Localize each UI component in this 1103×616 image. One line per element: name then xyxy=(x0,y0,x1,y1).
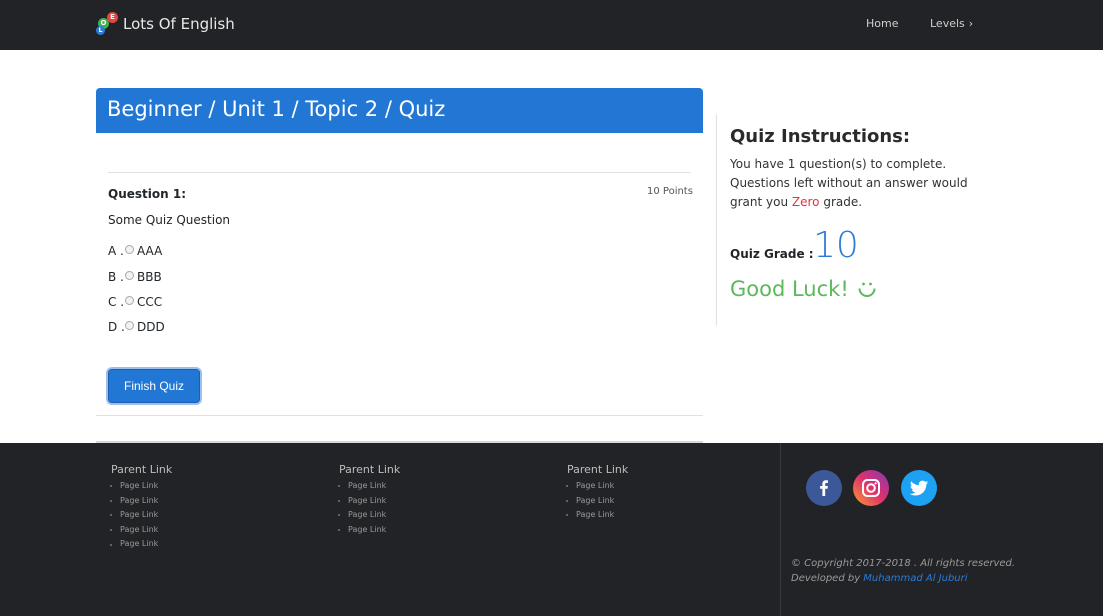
brand[interactable]: O E L Lots Of English xyxy=(96,12,235,36)
question-points: 10 Points xyxy=(647,186,693,197)
footer-page-link[interactable]: Page Link xyxy=(338,508,400,523)
option-letter: D . xyxy=(108,320,125,334)
footer-parent-link[interactable]: Parent Link xyxy=(111,463,172,476)
answer-option-a[interactable]: A . AAA xyxy=(108,244,162,258)
option-text: DDD xyxy=(137,320,165,334)
footer-link-label: Page Link xyxy=(120,510,159,520)
option-letter: A . xyxy=(108,244,124,258)
footer-column: Parent Link Page Link Page Link Page Lin… xyxy=(338,463,400,538)
option-text: BBB xyxy=(137,270,162,284)
chevron-right-icon: › xyxy=(968,17,974,30)
option-text: AAA xyxy=(137,244,163,258)
good-luck-text: Good Luck! xyxy=(730,277,849,301)
footer-column: Parent Link Page Link Page Link Page Lin… xyxy=(566,463,628,523)
answer-option-b[interactable]: B . BBB xyxy=(108,270,162,284)
option-radio[interactable] xyxy=(125,244,134,254)
top-navbar: O E L Lots Of English Home Levels › xyxy=(0,0,1103,50)
good-luck-message: Good Luck! xyxy=(730,277,877,301)
quiz-header: Beginner / Unit 1 / Topic 2 / Quiz xyxy=(96,88,703,133)
page-title: Beginner / Unit 1 / Topic 2 / Quiz xyxy=(107,97,446,121)
footer-link-label: Page Link xyxy=(120,481,159,490)
footer-link-label: Page Link xyxy=(348,510,387,520)
answer-option-d[interactable]: D . DDD xyxy=(108,320,165,334)
instructions-text: You have 1 question(s) to complete. Ques… xyxy=(730,155,970,212)
grade-value: 10 xyxy=(813,225,859,266)
divider xyxy=(108,172,691,173)
footer-page-link[interactable]: Page Link xyxy=(110,508,172,523)
option-letter: C . xyxy=(108,295,125,309)
nav-home-link[interactable]: Home xyxy=(866,17,898,30)
facebook-icon[interactable] xyxy=(806,470,842,506)
footer-link-label: Page Link xyxy=(120,539,159,549)
zero-word: Zero xyxy=(791,195,820,209)
nav-levels-label: Levels xyxy=(930,17,965,30)
footer-page-link[interactable]: Page Link xyxy=(110,494,172,509)
footer-parent-link[interactable]: Parent Link xyxy=(567,463,628,476)
footer-link-label: Page Link xyxy=(120,524,159,534)
footer-page-link[interactable]: Page Link xyxy=(566,508,628,523)
developer-credit: Developed by Muhammad Al Juburi xyxy=(791,571,1015,586)
footer-link-label: Page Link xyxy=(576,510,615,520)
copyright-text: © Copyright 2017-2018 . All rights reser… xyxy=(791,558,1016,569)
logo-letter-l: L xyxy=(96,26,105,35)
option-radio[interactable] xyxy=(125,270,134,280)
logo-letter-e: E xyxy=(107,12,118,23)
brand-name: Lots Of English xyxy=(123,15,235,33)
footer-link-label: Page Link xyxy=(576,481,615,490)
answer-option-c[interactable]: C . CCC xyxy=(108,295,162,309)
footer-link-label: Page Link xyxy=(348,524,387,534)
footer-link-label: Page Link xyxy=(348,481,387,490)
footer-column: Parent Link Page Link Page Link Page Lin… xyxy=(110,463,172,552)
footer-page-link[interactable]: Page Link xyxy=(110,537,172,552)
brand-logo-icon: O E L xyxy=(96,12,120,36)
nav-levels-link[interactable]: Levels › xyxy=(930,17,973,30)
question-label: Question 1: xyxy=(108,187,186,201)
footer-parent-link[interactable]: Parent Link xyxy=(339,463,400,476)
footer-link-label: Page Link xyxy=(576,495,615,505)
footer-page-link[interactable]: Page Link xyxy=(338,523,400,538)
instructions-part-2: grade. xyxy=(819,195,863,209)
footer-link-label: Page Link xyxy=(348,495,387,505)
twitter-icon[interactable] xyxy=(901,470,937,506)
footer-page-link[interactable]: Page Link xyxy=(338,479,400,494)
copyright: © Copyright 2017-2018 . All rights reser… xyxy=(791,556,1015,586)
instructions-title: Quiz Instructions: xyxy=(730,126,911,147)
footer-page-link[interactable]: Page Link xyxy=(566,494,628,509)
footer-page-link[interactable]: Page Link xyxy=(110,523,172,538)
divider xyxy=(96,415,703,416)
option-radio[interactable] xyxy=(125,320,134,330)
option-radio[interactable] xyxy=(125,295,134,305)
footer-divider xyxy=(780,443,781,616)
developer-link[interactable]: Muhammad Al Juburi xyxy=(863,573,967,584)
footer-link-label: Page Link xyxy=(120,495,159,505)
finish-quiz-button[interactable]: Finish Quiz xyxy=(108,369,200,403)
option-letter: B . xyxy=(108,270,124,284)
footer: Parent Link Page Link Page Link Page Lin… xyxy=(0,443,1103,616)
footer-page-link[interactable]: Page Link xyxy=(110,479,172,494)
developed-by-text: Developed by xyxy=(791,573,864,584)
sidebar-divider xyxy=(716,114,717,326)
smile-icon xyxy=(858,282,876,297)
footer-page-link[interactable]: Page Link xyxy=(338,494,400,509)
question-text: Some Quiz Question xyxy=(108,213,231,227)
option-text: CCC xyxy=(137,295,163,309)
footer-page-link[interactable]: Page Link xyxy=(566,479,628,494)
grade-label: Quiz Grade : xyxy=(730,247,814,261)
instagram-icon[interactable] xyxy=(853,470,889,506)
